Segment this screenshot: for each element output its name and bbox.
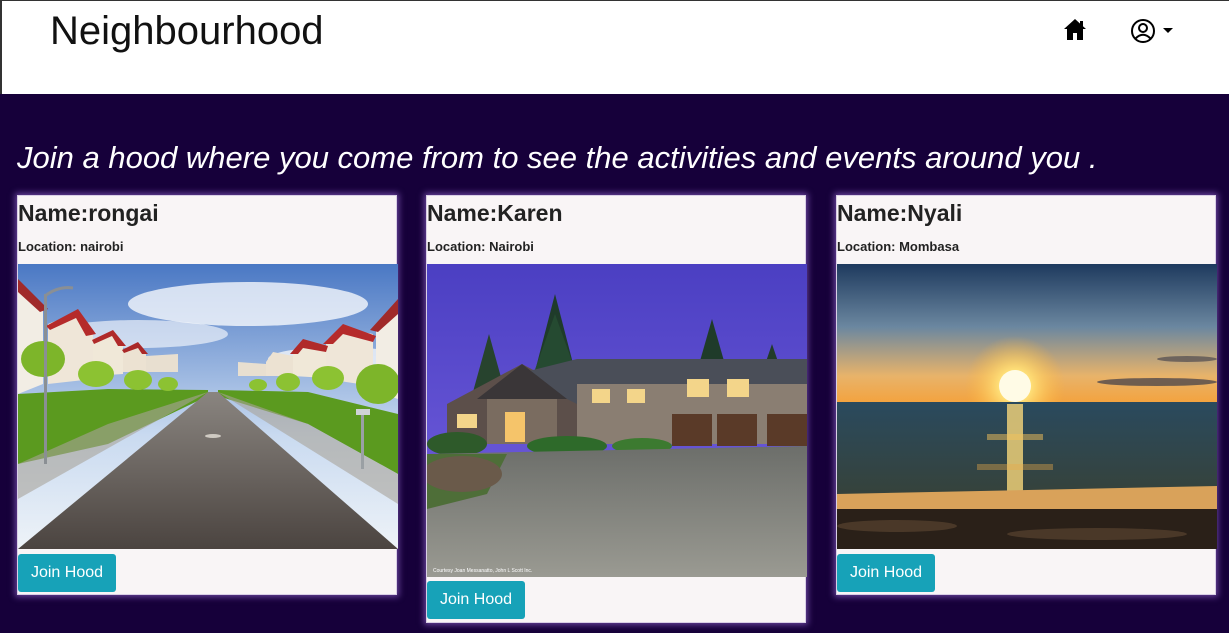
join-hood-button[interactable]: Join Hood bbox=[427, 581, 525, 619]
home-icon bbox=[1064, 19, 1086, 40]
hood-image bbox=[837, 264, 1217, 549]
hood-location: Location: nairobi bbox=[18, 239, 124, 254]
hood-name: Name:Karen bbox=[427, 200, 563, 226]
hood-name: Name:Nyali bbox=[837, 200, 963, 226]
image-caption: Courtesy Joan Messanatto, John L Scott I… bbox=[433, 568, 532, 574]
hood-location: Location: Mombasa bbox=[837, 239, 960, 254]
user-menu-toggle[interactable] bbox=[1130, 18, 1178, 44]
home-button[interactable] bbox=[1062, 17, 1088, 43]
hood-card-nyali: Name:Nyali Location: Mombasa Join Hood bbox=[836, 195, 1217, 595]
hood-card-rongai: Name:rongai Location: nairobi Join Hood bbox=[17, 195, 398, 595]
join-hood-button[interactable]: Join Hood bbox=[837, 554, 935, 592]
hood-image: Courtesy Joan Messanatto, John L Scott I… bbox=[427, 264, 807, 577]
page-tagline: Join a hood where you come from to see t… bbox=[17, 140, 1098, 175]
hood-location: Location: Nairobi bbox=[427, 239, 534, 254]
hood-name: Name:rongai bbox=[18, 200, 159, 226]
navbar: Neighbourhood bbox=[0, 0, 1229, 94]
brand-link[interactable]: Neighbourhood bbox=[50, 7, 324, 55]
hood-image bbox=[18, 264, 398, 549]
caret-down-icon bbox=[1163, 28, 1173, 33]
join-hood-button[interactable]: Join Hood bbox=[18, 554, 116, 592]
user-circle-icon bbox=[1131, 19, 1155, 43]
main-content: Join a hood where you come from to see t… bbox=[0, 94, 1229, 633]
page: Neighbourhood Join a hood where you come… bbox=[0, 0, 1229, 633]
hood-card-karen: Name:Karen Location: Nairobi Courtesy Jo… bbox=[426, 195, 807, 623]
